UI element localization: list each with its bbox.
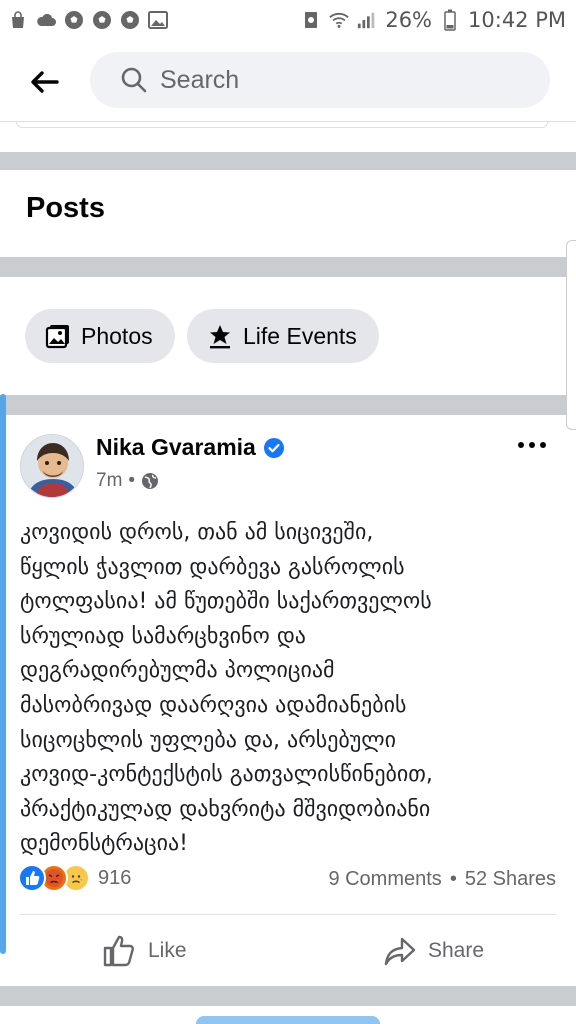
thumbs-up-icon <box>103 935 134 967</box>
soccer-ball-icon <box>120 10 140 30</box>
status-left-icons <box>8 10 168 30</box>
post-text-line: პრაქტიკულად დახვრიტა მშვიდობიანი <box>20 796 431 822</box>
author-name[interactable]: Nika Gvaramia <box>96 434 256 461</box>
counts-separator: • <box>449 868 457 890</box>
wifi-icon <box>329 10 350 30</box>
post-text-line: წყლის ჭავლით დარბევა გასროლის <box>20 554 405 580</box>
shares-count[interactable]: 52 Shares <box>465 868 556 891</box>
next-item-edge <box>196 1016 380 1024</box>
post-text-line: დეგრადირებულმა პოლიციამ <box>20 658 335 684</box>
soccer-ball-icon <box>92 10 112 30</box>
section-divider <box>0 152 576 170</box>
previous-card-edge <box>16 122 548 128</box>
more-dots-icon <box>518 442 546 448</box>
clock: 10:42 PM <box>468 8 566 32</box>
photos-chip-label: Photos <box>81 322 153 349</box>
post-text-line: დემონსტრაცია! <box>20 831 188 857</box>
verified-badge-icon <box>263 437 284 458</box>
meta-separator: • <box>128 470 136 491</box>
status-bar: 26% 10:42 PM <box>0 0 576 40</box>
reactions-summary[interactable]: 916 <box>18 864 131 892</box>
like-button[interactable]: Like <box>102 930 187 972</box>
more-options-button[interactable] <box>512 430 552 460</box>
avatar-image <box>21 435 83 497</box>
section-divider <box>0 257 576 277</box>
photos-icon <box>45 325 69 349</box>
recycle-icon <box>301 10 321 30</box>
soccer-ball-icon <box>64 10 84 30</box>
reaction-count: 916 <box>98 866 132 889</box>
search-icon <box>121 67 147 93</box>
engagement-counts: 9 Comments • 52 Shares <box>328 868 556 891</box>
post-meta: 7m • <box>96 470 159 492</box>
search-bar[interactable] <box>90 52 550 108</box>
top-header <box>0 40 576 122</box>
search-input[interactable] <box>160 65 480 95</box>
shopping-bag-icon <box>8 10 28 30</box>
battery-icon <box>440 9 460 31</box>
post-text-line: სიცოცხლის უფლება და, არსებული <box>20 727 397 753</box>
section-divider <box>0 986 576 1006</box>
back-arrow-icon <box>31 71 59 93</box>
life-events-chip-label: Life Events <box>243 322 357 349</box>
battery-percent: 26% <box>385 8 433 32</box>
post-text-line: კოვიდის დროს, თან ამ სიცივეში, <box>20 520 374 545</box>
avatar[interactable] <box>20 434 84 498</box>
scroll-accent-bar <box>0 394 6 954</box>
photos-chip[interactable]: Photos <box>25 309 175 363</box>
post-author[interactable]: Nika Gvaramia <box>96 434 284 461</box>
share-label: Share <box>428 939 485 962</box>
section-divider <box>0 395 576 415</box>
signal-icon <box>357 10 377 30</box>
action-divider <box>20 914 556 915</box>
star-flag-icon <box>210 325 230 349</box>
back-button[interactable] <box>24 62 64 102</box>
like-reaction-icon <box>18 864 46 892</box>
post-time[interactable]: 7m <box>96 470 122 492</box>
cloud-icon <box>36 10 56 30</box>
post-text-line: მასობრივად დაარღვია ადამიანების <box>20 692 407 718</box>
post-body: კოვიდის დროს, თან ამ სიცივეში, წყლის ჭავ… <box>20 516 560 862</box>
status-right-icons: 26% 10:42 PM <box>301 8 566 32</box>
image-icon <box>148 10 168 30</box>
scrollbar-handle[interactable] <box>566 240 576 430</box>
share-arrow-icon <box>384 937 416 966</box>
post-text-line: სრულიად სამარცხვინო და <box>20 623 306 649</box>
comments-count[interactable]: 9 Comments <box>328 868 441 891</box>
globe-icon <box>142 473 159 489</box>
post-text-line: ტოლფასია! ამ წუთებში საქართველოს <box>20 589 432 615</box>
section-title: Posts <box>26 192 105 224</box>
post-text-line: კოვიდ-კონტექსტის გათვალისწინებით, <box>20 762 433 788</box>
share-button[interactable]: Share <box>384 930 484 972</box>
life-events-chip[interactable]: Life Events <box>187 309 379 363</box>
like-label: Like <box>148 939 187 962</box>
